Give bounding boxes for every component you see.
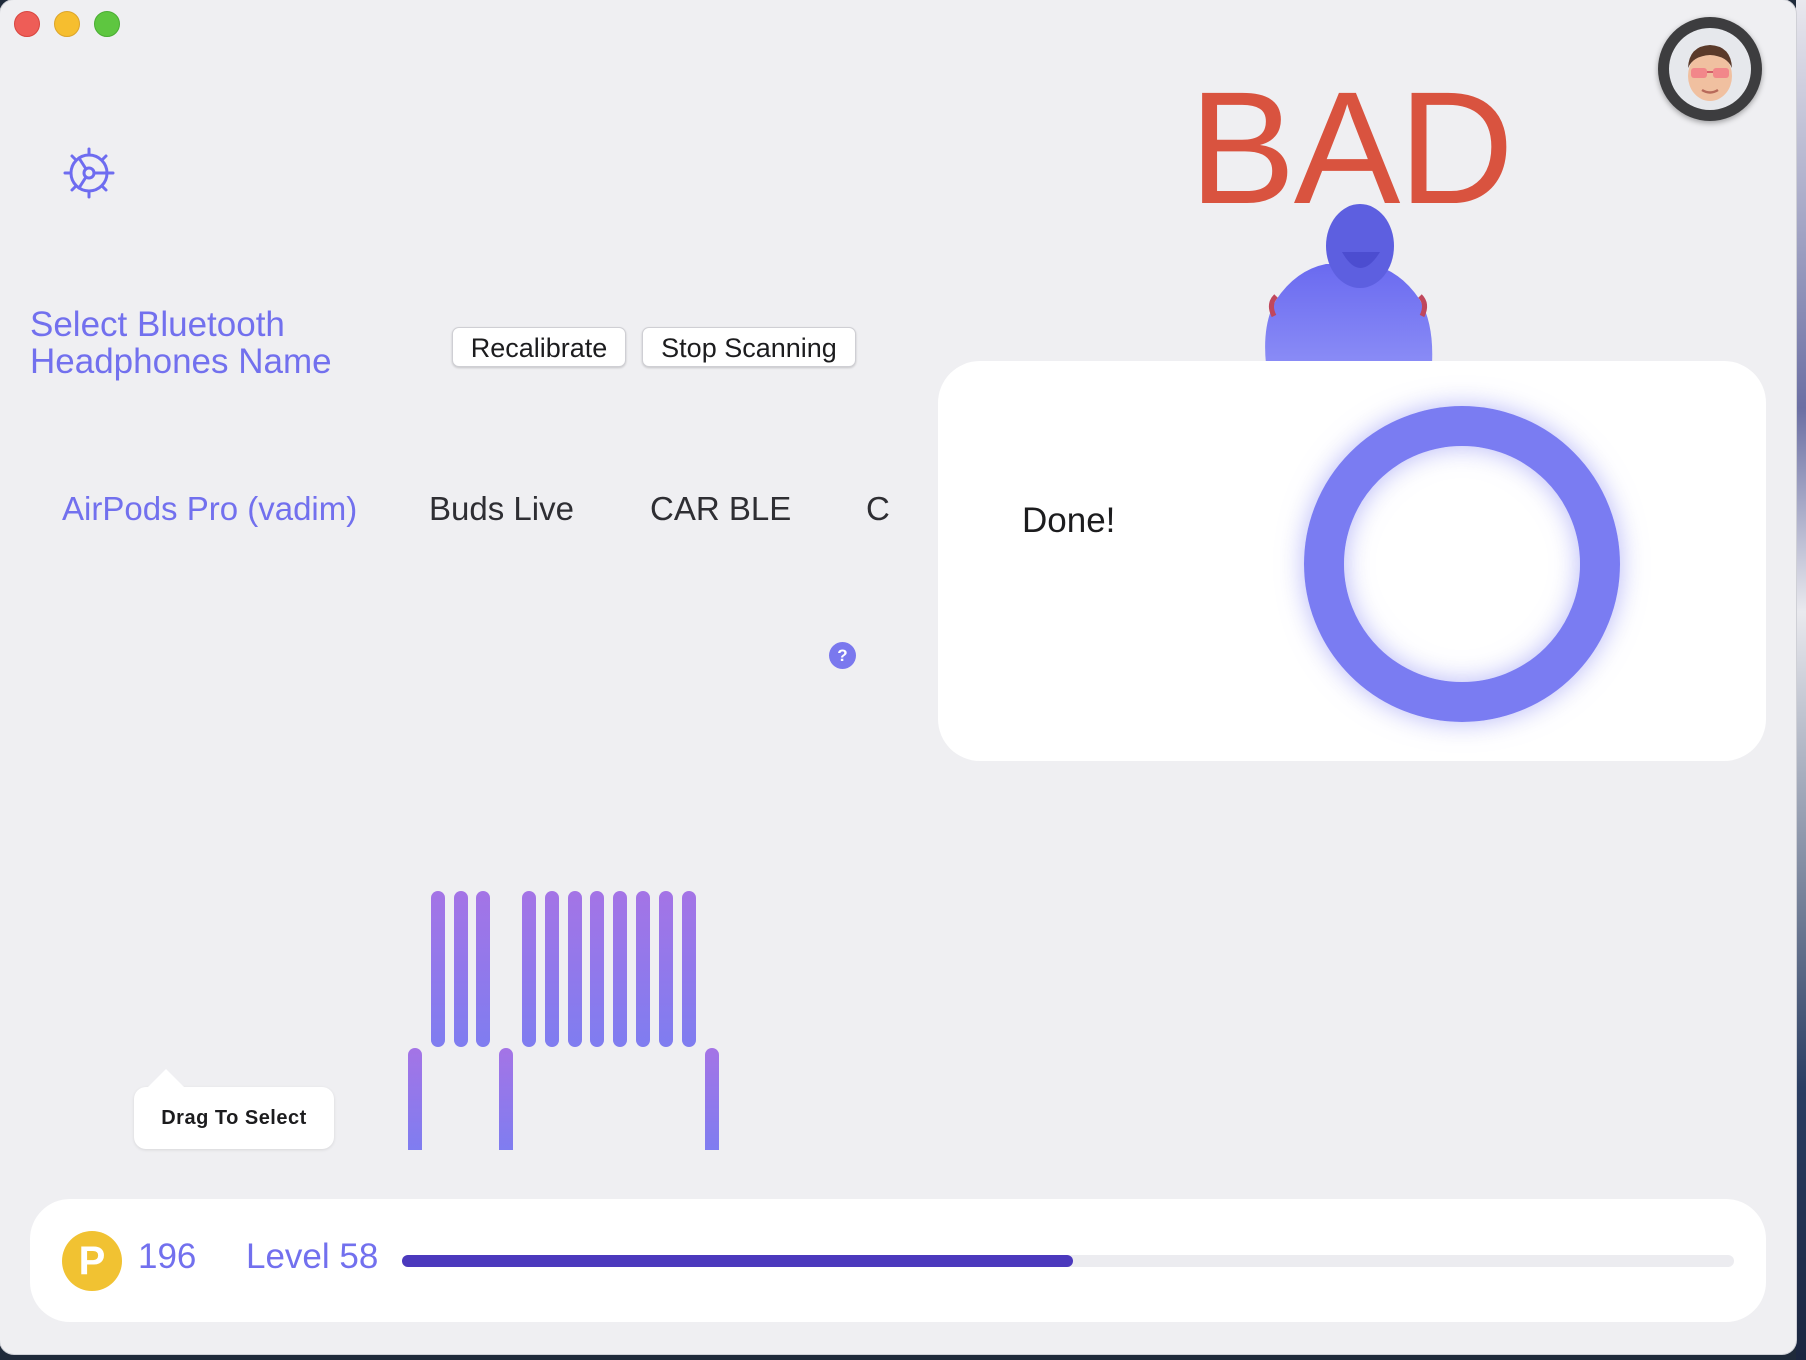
- level-progress-bar: [402, 1255, 1734, 1267]
- user-avatar-button[interactable]: [1658, 17, 1762, 121]
- points-coin-icon: P: [62, 1231, 122, 1291]
- level-label: Level 58: [246, 1237, 379, 1276]
- calibration-status-text: Done!: [1022, 501, 1116, 540]
- signal-bar: [476, 891, 490, 1047]
- device-item-airpods-pro[interactable]: AirPods Pro (vadim): [62, 488, 357, 530]
- signal-bar: [705, 1048, 719, 1150]
- signal-bar: [522, 891, 536, 1047]
- signal-bar: [590, 891, 604, 1047]
- signal-bar: [659, 891, 673, 1047]
- signal-bar: [545, 891, 559, 1047]
- help-button[interactable]: ?: [829, 642, 856, 669]
- signal-bar: [636, 891, 650, 1047]
- app-window: Select Bluetooth Headphones Name Recalib…: [0, 0, 1796, 1354]
- device-item-partial[interactable]: C: [866, 488, 890, 530]
- posture-figure-icon: [1256, 204, 1440, 364]
- settings-gear-icon[interactable]: [62, 146, 116, 200]
- calibration-card: Done!: [938, 361, 1766, 761]
- device-item-buds-live[interactable]: Buds Live: [429, 488, 574, 530]
- points-count: 196: [138, 1237, 197, 1276]
- level-progress-fill: [402, 1255, 1074, 1267]
- signal-bar: [682, 891, 696, 1047]
- progress-footer: P 196 Level 58: [30, 1199, 1766, 1322]
- calibration-ring-indicator: [1304, 406, 1620, 722]
- close-window-button[interactable]: [14, 11, 40, 37]
- memoji-avatar-icon: [1669, 28, 1751, 110]
- desktop-background: [1796, 0, 1806, 1360]
- select-headphones-title: Select Bluetooth Headphones Name: [30, 306, 450, 380]
- signal-bar: [431, 891, 445, 1047]
- select-title-line1: Select Bluetooth: [30, 305, 285, 344]
- signal-bar: [613, 891, 627, 1047]
- recalibrate-button[interactable]: Recalibrate: [452, 327, 626, 367]
- signal-bar: [568, 891, 582, 1047]
- signal-bar: [499, 1048, 513, 1150]
- device-item-car-ble[interactable]: CAR BLE: [650, 488, 791, 530]
- maximize-window-button[interactable]: [94, 11, 120, 37]
- drag-to-select-tooltip: Drag To Select: [134, 1069, 334, 1149]
- signal-bar: [408, 1048, 422, 1150]
- signal-bar: [454, 891, 468, 1047]
- stop-scanning-button[interactable]: Stop Scanning: [642, 327, 856, 367]
- minimize-window-button[interactable]: [54, 11, 80, 37]
- select-title-line2: Headphones Name: [30, 342, 332, 381]
